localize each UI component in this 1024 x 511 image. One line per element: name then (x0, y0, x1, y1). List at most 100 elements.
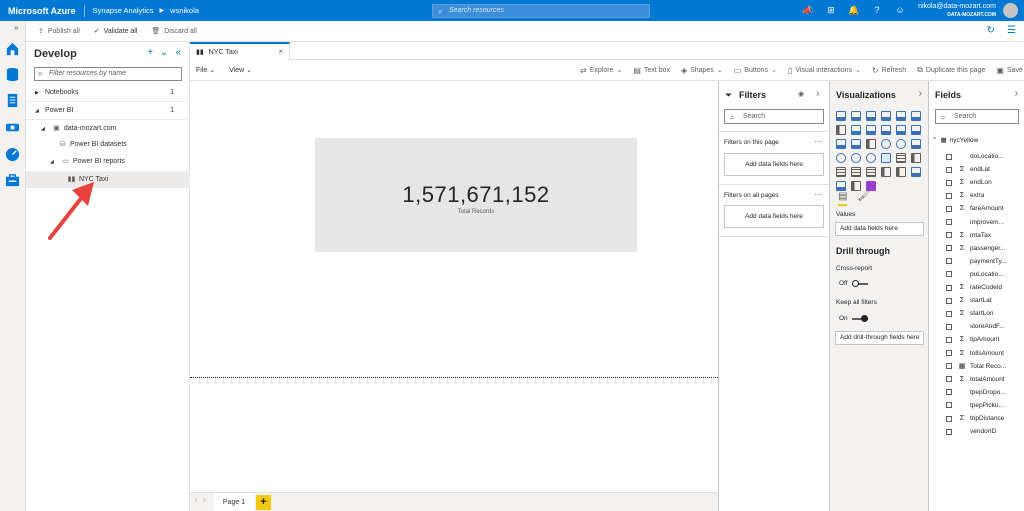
100-bar-chart-icon[interactable] (896, 111, 906, 121)
filters-page-drop-zone[interactable]: Add data fields here (724, 153, 824, 176)
field-item[interactable]: ΣtollsAmount (946, 347, 1004, 360)
cross-report-toggle[interactable]: Off (839, 279, 868, 287)
file-menu[interactable]: File ⌄ (196, 66, 215, 74)
directory-icon[interactable]: ⊞ (825, 4, 837, 16)
stacked-area-chart-icon[interactable] (866, 125, 876, 135)
filled-map-icon[interactable] (851, 153, 861, 163)
properties-icon[interactable]: ☰ (1007, 25, 1016, 36)
collapse-fields-icon[interactable]: › (1015, 88, 1018, 99)
expand-rail-icon[interactable]: » (14, 23, 18, 32)
field-checkbox[interactable] (946, 284, 952, 291)
breadcrumb-workspace[interactable]: wsnikola (170, 6, 199, 15)
field-item[interactable]: improvem... (946, 216, 1004, 229)
develop-icon[interactable] (5, 93, 20, 108)
scatter-chart-icon[interactable] (866, 139, 876, 149)
tree-item-powerbi[interactable]: ◢ Power BI 1 (26, 101, 190, 118)
table-icon[interactable] (851, 167, 861, 177)
field-item[interactable]: Σextra (946, 189, 984, 202)
field-item[interactable]: storeAndF... (946, 320, 1005, 333)
keep-all-filters-toggle[interactable]: On (839, 314, 868, 322)
field-item[interactable]: ΣtotalAmount (946, 373, 1005, 386)
field-checkbox[interactable] (946, 166, 952, 173)
collapse-all-icon[interactable]: ⌄ (160, 47, 168, 58)
clustered-column-chart-icon[interactable] (881, 111, 891, 121)
kpi-icon[interactable] (911, 153, 921, 163)
field-item[interactable]: ΣendLon (946, 176, 992, 189)
map-icon[interactable] (836, 153, 846, 163)
gauge-icon[interactable] (866, 153, 876, 163)
tree-item-reports[interactable]: ◢ ▭ Power BI reports (26, 153, 190, 170)
treemap-icon[interactable] (911, 139, 921, 149)
funnel-chart-icon[interactable] (851, 139, 861, 149)
field-checkbox[interactable] (946, 245, 952, 252)
field-item[interactable]: ΣtipAmount (946, 333, 999, 346)
key-influencers-icon[interactable] (911, 167, 921, 177)
field-checkbox[interactable] (946, 192, 952, 199)
field-checkbox[interactable] (946, 428, 952, 435)
field-checkbox[interactable] (946, 310, 952, 317)
shapes-button[interactable]: ◈ Shapes ⌄ (681, 65, 723, 75)
breadcrumb-synapse[interactable]: Synapse Analytics (93, 6, 154, 15)
integrate-icon[interactable] (5, 120, 20, 135)
field-item[interactable]: ΣtripDistance (946, 412, 1004, 425)
field-checkbox[interactable] (946, 415, 952, 422)
field-item[interactable]: ΣendLat (946, 163, 990, 176)
field-item[interactable]: vendorID (946, 425, 996, 438)
field-item[interactable]: ΣrateCodeId (946, 281, 1002, 294)
validate-all-button[interactable]: ✓ Validate all (94, 27, 138, 36)
field-checkbox[interactable] (946, 205, 952, 212)
field-checkbox[interactable] (946, 219, 952, 225)
custom-visual-icon[interactable] (866, 181, 876, 191)
page-nav-arrows-icon[interactable]: ‹› (195, 497, 212, 504)
waterfall-chart-icon[interactable] (836, 139, 846, 149)
card-icon[interactable] (881, 153, 891, 163)
field-checkbox[interactable] (946, 153, 952, 160)
more-options-icon[interactable]: ⋯ (814, 190, 822, 199)
manage-icon[interactable] (5, 173, 20, 188)
field-item[interactable]: tpepPicku... (946, 399, 1004, 412)
close-tab-icon[interactable]: × (278, 47, 283, 56)
drill-through-drop-zone[interactable]: Add drill-through fields here (835, 331, 924, 345)
tree-item-datasets[interactable]: ⛁ Power BI datasets (26, 136, 190, 153)
field-item[interactable]: Σpassenger... (946, 242, 1005, 255)
field-item[interactable]: doLocatio... (946, 150, 1004, 163)
stacked-column-chart-icon[interactable] (851, 111, 861, 121)
field-checkbox[interactable] (946, 389, 952, 396)
collapse-panel-icon[interactable]: « (175, 47, 181, 58)
add-resource-icon[interactable]: + (147, 47, 153, 58)
collapse-visualizations-icon[interactable]: › (919, 88, 922, 99)
visual-interactions-button[interactable]: ▯ Visual interactions ⌄ (788, 65, 861, 75)
discard-all-button[interactable]: 🗑 Discard all (151, 27, 197, 36)
publish-all-button[interactable]: ⇪ Publish all (38, 27, 80, 36)
save-button[interactable]: ▣ Save (996, 65, 1023, 75)
field-checkbox[interactable] (946, 323, 952, 330)
line-chart-icon[interactable] (836, 125, 846, 135)
help-icon[interactable]: ? (871, 4, 883, 16)
line-stacked-column-chart-icon[interactable] (896, 125, 906, 135)
values-drop-zone[interactable]: Add data fields here (835, 222, 924, 236)
refresh-button[interactable]: ↻ Refresh (872, 65, 906, 75)
decomposition-tree-icon[interactable] (836, 181, 846, 191)
field-item[interactable]: ΣstartLat (946, 294, 992, 307)
qa-icon[interactable] (851, 181, 861, 191)
field-item[interactable]: paymentTy... (946, 255, 1007, 268)
field-checkbox[interactable] (946, 363, 952, 370)
azure-brand[interactable]: Microsoft Azure (0, 4, 85, 17)
r-visual-icon[interactable] (881, 167, 891, 177)
eye-icon[interactable]: ◉ (798, 90, 804, 98)
matrix-icon[interactable] (866, 167, 876, 177)
format-paint-roller-icon[interactable]: 🖌 (857, 191, 870, 206)
python-visual-icon[interactable] (896, 167, 906, 177)
table-nycyellow[interactable]: ⌃ ▦ nycYellow (932, 136, 978, 145)
announcement-icon[interactable]: 📣 (802, 4, 814, 16)
feedback-icon[interactable]: ☺ (894, 4, 906, 16)
multi-row-card-icon[interactable] (896, 153, 906, 163)
filter-resources-input[interactable]: ⌕ Filter resources by name (34, 67, 182, 81)
filters-all-drop-zone[interactable]: Add data fields here (724, 205, 824, 228)
line-column-chart-icon[interactable] (881, 125, 891, 135)
field-item[interactable]: ΣmtaTax (946, 229, 991, 242)
buttons-button[interactable]: ▭ Buttons ⌄ (734, 65, 777, 75)
fields-search-input[interactable]: ⌕ Search (935, 109, 1019, 124)
explore-button[interactable]: ⇄ Explore ⌄ (580, 65, 622, 75)
user-info[interactable]: nikola@data-mozart.com DATA-MOZART.COM (918, 3, 996, 19)
